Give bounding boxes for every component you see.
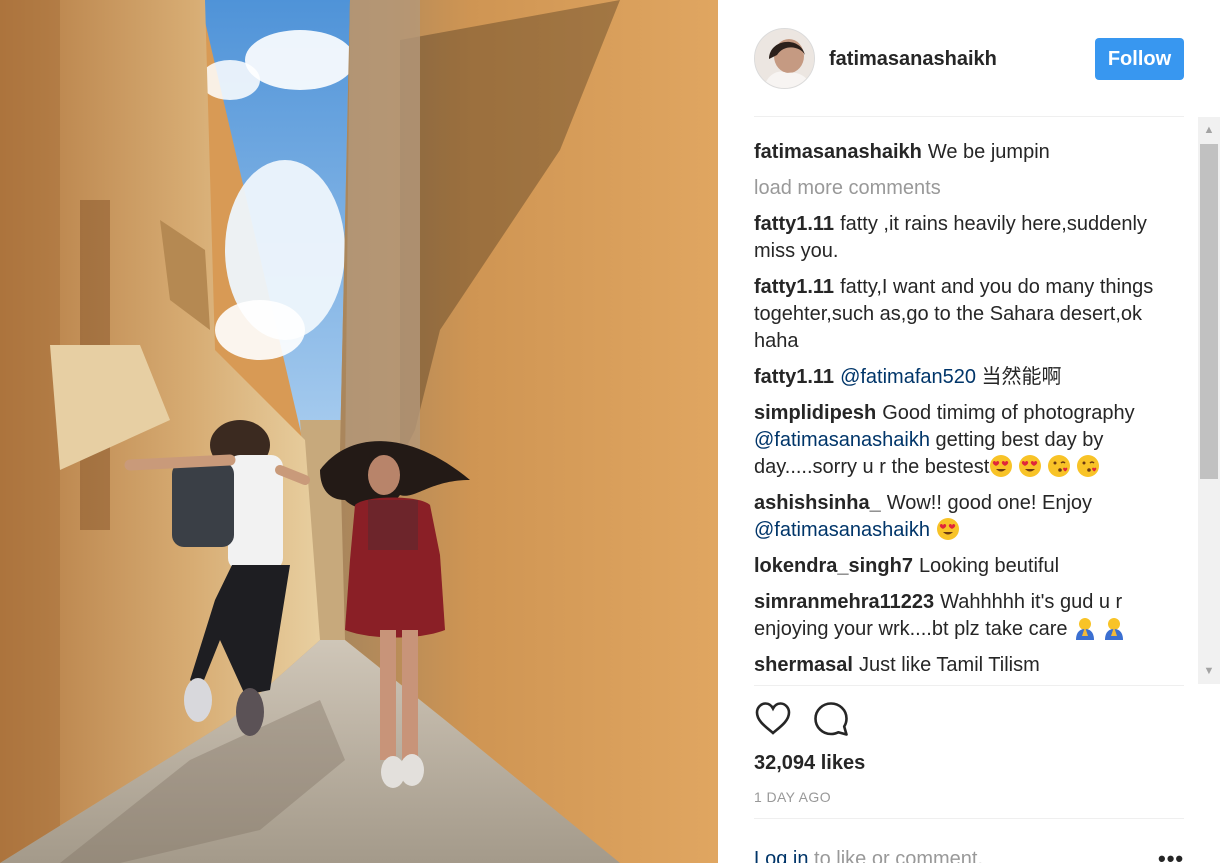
comment-item: lokendra_singh7 Looking beutiful — [754, 553, 1184, 580]
caption: fatimasanashaikh We be jumpin — [754, 139, 1184, 166]
comment-item: fatty1.11 fatty ,it rains heavily here,su… — [754, 211, 1184, 265]
kiss-emoji — [1048, 455, 1071, 477]
pray-emoji — [1076, 618, 1095, 640]
post-timestamp[interactable]: 1 DAY AGO — [754, 789, 831, 805]
comment-item: ashishsinha_ Wow!! good one! Enjoy @fatim… — [754, 490, 1184, 544]
likes-count[interactable]: 32,094 likes — [754, 752, 865, 775]
comment-item: simplidipesh Good timimg of photography @… — [754, 400, 1184, 481]
heart-eyes-emoji — [990, 455, 1013, 477]
caption-text: We be jumpin — [927, 141, 1050, 163]
comment-text: Looking beutiful — [918, 555, 1060, 577]
login-prompt: Log in to like or comment. — [754, 848, 983, 863]
login-link[interactable]: Log in — [754, 848, 809, 863]
comment-mention[interactable]: @fatimasanashaikh — [754, 429, 930, 451]
comment-item: shermasal Just like Tamil Tilism — [754, 652, 1184, 679]
follow-button[interactable]: Follow — [1095, 38, 1184, 80]
actions-divider — [754, 685, 1184, 686]
caption-username[interactable]: fatimasanashaikh — [754, 141, 922, 163]
comment-text: 当然能啊 — [976, 366, 1062, 388]
heart-eyes-emoji — [1019, 455, 1042, 477]
comment-username[interactable]: ashishsinha_ — [754, 492, 881, 514]
comment-username[interactable]: fatty1.11 — [754, 276, 834, 298]
comment-username[interactable]: simplidipesh — [754, 402, 876, 424]
comment-username[interactable]: simranmehra11223 — [754, 591, 934, 613]
comment-bubble-icon[interactable] — [812, 700, 850, 738]
heart-eyes-emoji — [936, 518, 959, 540]
comment-mention[interactable]: @fatimasanashaikh — [754, 519, 930, 541]
login-prompt-text: to like or comment. — [808, 848, 984, 863]
post-header: fatimasanashaikh Follow — [754, 28, 1184, 90]
scrollbar-thumb[interactable] — [1200, 144, 1218, 479]
comment-text: Just like Tamil Tilism — [858, 654, 1040, 676]
post-actions — [754, 700, 954, 740]
comments-scrollbar[interactable]: ▲ ▼ — [1198, 117, 1220, 684]
comment-item: fatty1.11 @fatimafan520 当然能啊 — [754, 364, 1184, 391]
comment-mention[interactable]: @fatimafan520 — [840, 366, 976, 388]
comment-username[interactable]: fatty1.11 — [754, 213, 834, 235]
kiss-emoji — [1077, 455, 1100, 477]
more-options-icon[interactable]: ••• — [1158, 846, 1184, 863]
scroll-down-arrow-icon[interactable]: ▼ — [1198, 660, 1220, 682]
comments-list: fatimasanashaikh We be jumpin load more c… — [754, 139, 1184, 685]
comments-section[interactable]: fatimasanashaikh We be jumpin load more c… — [754, 117, 1220, 685]
post-details-panel: fatimasanashaikh Follow fatimasanashaikh… — [718, 0, 1220, 863]
comment-text: Wow!! good one! Enjoy — [886, 492, 1093, 514]
load-more-comments-link[interactable]: load more comments — [754, 175, 1184, 202]
scroll-up-arrow-icon[interactable]: ▲ — [1198, 119, 1220, 141]
login-divider — [754, 818, 1184, 819]
avatar[interactable] — [754, 28, 815, 89]
comment-username[interactable]: fatty1.11 — [754, 366, 834, 388]
author-username[interactable]: fatimasanashaikh — [829, 48, 997, 71]
comment-username[interactable]: lokendra_singh7 — [754, 555, 913, 577]
comment-item: simranmehra11223 Wahhhhh it's gud u r enj… — [754, 589, 1184, 643]
comment-item: fatty1.11 fatty,I want and you do many th… — [754, 274, 1184, 355]
comment-username[interactable]: shermasal — [754, 654, 853, 676]
heart-icon[interactable] — [754, 700, 792, 738]
comment-text: Good timimg of photography — [882, 402, 1135, 424]
pray-emoji — [1105, 618, 1124, 640]
post-photo[interactable] — [0, 0, 718, 863]
post-image — [0, 0, 718, 863]
